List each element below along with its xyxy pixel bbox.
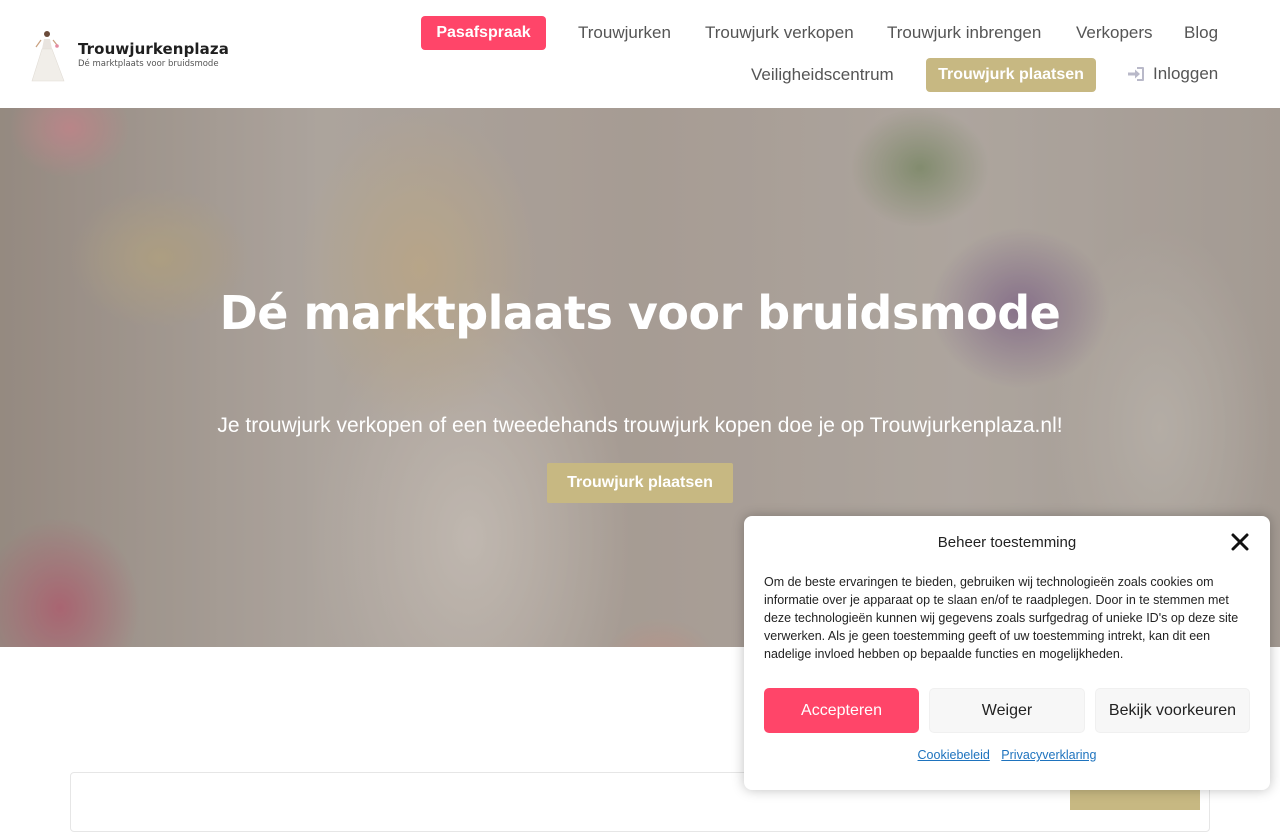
- privacy-statement-link[interactable]: Privacyverklaring: [1001, 748, 1096, 762]
- site-logo[interactable]: Trouwjurkenplaza Dé marktplaats voor bru…: [30, 24, 260, 84]
- preferences-button[interactable]: Bekijk voorkeuren: [1095, 688, 1250, 733]
- site-header: Trouwjurkenplaza Dé marktplaats voor bru…: [0, 0, 1280, 108]
- sign-in-icon: [1128, 67, 1144, 81]
- nav-verkopers[interactable]: Verkopers: [1076, 23, 1153, 43]
- login-label: Inloggen: [1153, 64, 1219, 83]
- nav-veiligheidscentrum[interactable]: Veiligheidscentrum: [751, 65, 894, 85]
- bride-logo-icon: [30, 25, 74, 83]
- consent-title: Beheer toestemming: [937, 534, 1077, 551]
- consent-body: Om de beste ervaringen te bieden, gebrui…: [764, 575, 1239, 661]
- nav-trouwjurk-plaatsen-button[interactable]: Trouwjurk plaatsen: [926, 58, 1096, 92]
- nav-inloggen[interactable]: Inloggen: [1127, 64, 1218, 84]
- hero-subtitle: Je trouwjurk verkopen of een tweedehands…: [217, 414, 1063, 437]
- logo-name: Trouwjurkenplaza: [78, 39, 229, 58]
- accept-button[interactable]: Accepteren: [764, 688, 919, 733]
- consent-links: Cookiebeleid Privacyverklaring: [744, 748, 1270, 762]
- deny-button[interactable]: Weiger: [929, 688, 1085, 733]
- cookie-consent-dialog: Beheer toestemming Om de beste ervaringe…: [744, 516, 1270, 790]
- logo-tagline: Dé marktplaats voor bruidsmode: [78, 58, 219, 69]
- hero-cta-button[interactable]: Trouwjurk plaatsen: [547, 463, 733, 503]
- nav-trouwjurken[interactable]: Trouwjurken: [578, 23, 671, 43]
- hero-title: Dé marktplaats voor bruidsmode: [219, 286, 1061, 340]
- close-icon[interactable]: [1230, 532, 1250, 552]
- nav-blog[interactable]: Blog: [1184, 23, 1218, 43]
- nav-pasafspraak-button[interactable]: Pasafspraak: [421, 16, 546, 50]
- nav-trouwjurk-verkopen[interactable]: Trouwjurk verkopen: [705, 23, 854, 43]
- nav-trouwjurk-inbrengen[interactable]: Trouwjurk inbrengen: [887, 23, 1041, 43]
- cookie-policy-link[interactable]: Cookiebeleid: [918, 748, 990, 762]
- search-card-button[interactable]: [1070, 790, 1200, 810]
